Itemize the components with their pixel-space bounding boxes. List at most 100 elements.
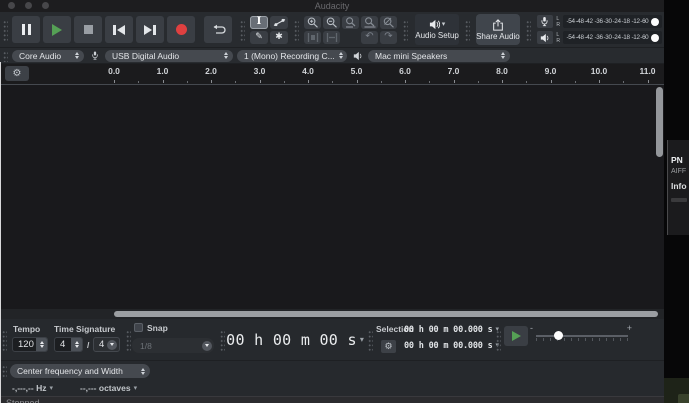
recording-device-select[interactable]: USB Digital Audio [105, 50, 233, 62]
bottom-toolbar: Tempo 120 Time Signature 4 / 4 Snap 1/8 [0, 319, 664, 361]
recording-meter-strip[interactable]: -54-48-42-36-30-24-18-12-60 [563, 15, 662, 28]
slider-track[interactable] [536, 335, 628, 337]
undo-icon: ↶ [365, 32, 373, 42]
loop-button[interactable] [204, 16, 232, 43]
ruler-halftick-mark [526, 81, 527, 83]
audio-host-value: Core Audio [19, 51, 61, 61]
trim-audio-button[interactable] [304, 31, 321, 44]
skip-to-start-button[interactable] [105, 16, 133, 43]
selection-tool-button[interactable]: I [250, 16, 268, 29]
ruler-halftick-mark [623, 81, 624, 83]
tools-toolbar-grip[interactable] [240, 19, 245, 41]
fit-selection-button[interactable] [342, 16, 359, 29]
share-audio-grip[interactable] [465, 19, 470, 41]
time-signature-stepper[interactable] [71, 338, 82, 351]
envelope-tool-button[interactable] [270, 16, 288, 29]
snap-mode-select[interactable]: 1/8 [132, 338, 214, 353]
device-toolbar: Core Audio USB Digital Audio 1 (Mono) Re… [0, 48, 664, 64]
audio-setup-grip[interactable] [403, 19, 408, 41]
draw-tool-button[interactable]: ✎ [250, 31, 268, 44]
undo-button[interactable]: ↶ [361, 31, 378, 44]
window-title: Audacity [0, 1, 664, 11]
time-toolbar-grip[interactable] [220, 329, 225, 351]
skip-to-end-button[interactable] [136, 16, 164, 43]
channel-left-label: L [556, 32, 560, 37]
fit-project-button[interactable] [361, 16, 378, 29]
time-signature-upper-field[interactable]: 4 [54, 337, 83, 352]
selection-end-field[interactable]: 00 h 00 m 00.000 s ▾ [404, 339, 499, 352]
desktop-wallpaper-corner [664, 378, 689, 403]
selection-start-field[interactable]: 00 h 00 m 00.000 s ▾ [404, 323, 499, 336]
redo-button[interactable]: ↷ [380, 31, 397, 44]
speed-slider-thumb[interactable] [554, 331, 563, 340]
audio-position-display[interactable]: 00 h 00 m 00 s ▾ [226, 322, 364, 357]
recording-channels-select[interactable]: 1 (Mono) Recording C... [237, 50, 347, 62]
edit-toolbar-grip[interactable] [294, 19, 299, 41]
ruler-ticks: 0.01.02.03.04.05.06.07.08.09.010.011.0 [0, 64, 664, 84]
vertical-scrollbar[interactable] [656, 86, 663, 308]
playback-meter[interactable]: L R -54-48-42-36-30-24-18-12-60 [537, 31, 662, 45]
ruler-tick-mark [454, 80, 455, 83]
horizontal-scrollbar-thumb[interactable] [114, 311, 658, 317]
desktop: Audacity I [0, 0, 689, 403]
recording-meter-scale: -54-48-42-36-30-24-18-12-60 [566, 18, 649, 25]
window-left-edge [0, 62, 1, 403]
playback-device-select[interactable]: Mac mini Speakers [368, 50, 510, 62]
timeline-options-button[interactable]: ⚙ [5, 66, 29, 81]
track-area[interactable] [0, 85, 664, 309]
transport-toolbar-grip[interactable] [3, 19, 8, 41]
silence-audio-button[interactable] [323, 31, 340, 44]
selection-toolbar-grip[interactable] [368, 329, 373, 351]
audio-host-select[interactable]: Core Audio [12, 50, 84, 62]
stop-button[interactable] [74, 16, 102, 43]
audio-setup-label: Audio Setup [415, 31, 459, 40]
pause-button[interactable] [12, 16, 40, 43]
vertical-scrollbar-thumb[interactable] [656, 87, 663, 157]
ruler-halftick-mark [381, 81, 382, 83]
audio-setup-button[interactable]: ▾ Audio Setup [415, 14, 459, 45]
snap-checkbox[interactable] [134, 323, 143, 332]
recording-meter[interactable]: L R -54-48-42-36-30-24-18-12-60 [537, 15, 662, 29]
meter-scale-number: -12 [631, 18, 639, 24]
skip-to-end-icon [144, 25, 156, 35]
snap-mode-value: 1/8 [140, 341, 152, 351]
play-button[interactable] [43, 16, 71, 43]
playback-speed-slider[interactable]: - + [536, 324, 628, 348]
time-signature-toolbar-grip[interactable] [2, 329, 7, 351]
zoom-toggle-button[interactable] [380, 16, 397, 29]
time-signature-lower-select[interactable]: 4 [93, 337, 120, 352]
recording-level-slider-thumb[interactable] [651, 18, 659, 26]
tempo-stepper[interactable] [36, 338, 47, 351]
timeline-ruler[interactable]: 0.01.02.03.04.05.06.07.08.09.010.011.0 ⚙ [0, 64, 664, 85]
meter-scale-number: -30 [603, 18, 611, 24]
slider-minus-label: - [530, 324, 533, 333]
playback-level-slider-thumb[interactable] [651, 34, 659, 42]
zoom-out-icon [326, 17, 338, 28]
titlebar[interactable]: Audacity [0, 0, 664, 12]
time-signature-label: Time Signature [54, 324, 115, 334]
slider-ticks [536, 338, 628, 341]
record-button[interactable] [167, 16, 195, 43]
share-audio-button[interactable]: Share Audio [476, 14, 520, 45]
ruler-halftick-mark [187, 81, 188, 83]
play-at-speed-grip[interactable] [496, 329, 501, 351]
ruler-tick-mark [405, 80, 406, 83]
center-frequency-field[interactable]: -,---,-- Hz ▾ [12, 383, 53, 393]
updown-arrows-icon [339, 52, 343, 59]
playback-meter-strip[interactable]: -54-48-42-36-30-24-18-12-60 [563, 31, 662, 44]
snapping-toolbar-grip[interactable] [126, 329, 131, 351]
meter-toolbar-grip[interactable] [526, 19, 531, 41]
selection-options-button[interactable]: ⚙ [381, 340, 396, 353]
spectral-toolbar-grip[interactable] [2, 364, 7, 378]
device-toolbar-grip[interactable] [3, 50, 8, 62]
status-bar: Stopped [0, 396, 664, 403]
horizontal-scrollbar[interactable] [0, 309, 664, 319]
tempo-field[interactable]: 120 [12, 337, 48, 352]
zoom-out-button[interactable] [323, 16, 340, 29]
play-at-speed-button[interactable] [504, 326, 528, 346]
multi-tool-button[interactable]: ✱ [270, 31, 288, 44]
ruler-tick-label: 6.0 [399, 66, 411, 76]
bandwidth-field[interactable]: --,--- octaves ▾ [80, 383, 137, 393]
zoom-in-button[interactable] [304, 16, 321, 29]
spectral-mode-select[interactable]: Center frequency and Width [10, 364, 150, 378]
